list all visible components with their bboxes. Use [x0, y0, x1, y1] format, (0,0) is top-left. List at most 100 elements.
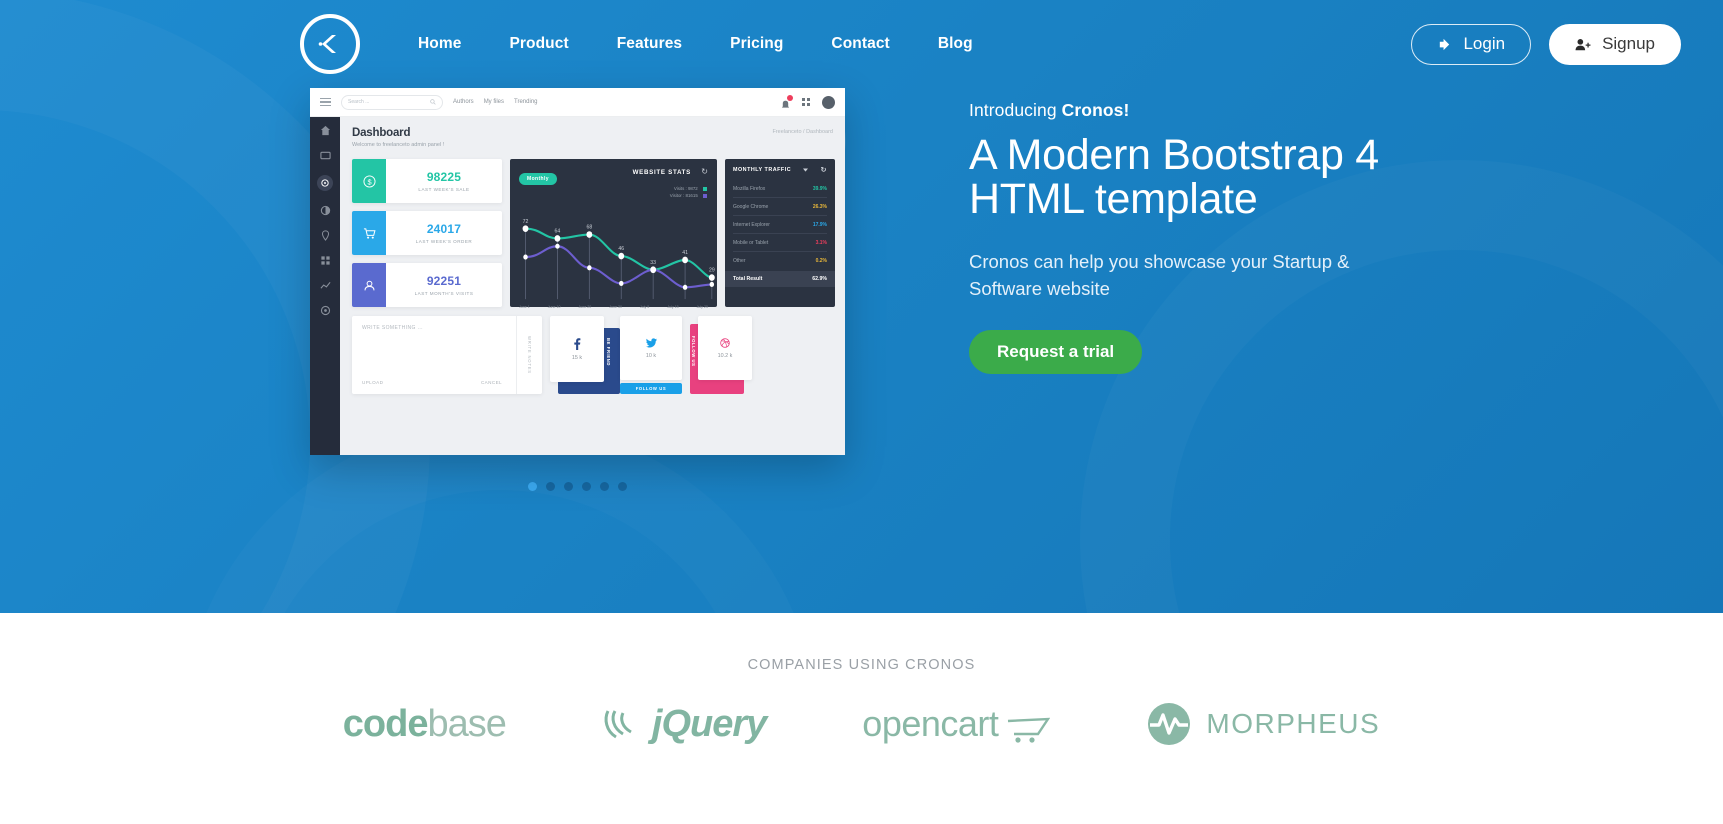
refresh-icon[interactable]: ↻: [701, 167, 708, 176]
dollar-icon: $: [352, 159, 386, 203]
stat-label: LAST WEEK'S SALE: [418, 187, 470, 192]
companies-title: COMPANIES USING CRONOS: [747, 657, 976, 673]
sidebar-chart-icon[interactable]: [319, 280, 331, 291]
sidebar-active-item[interactable]: [317, 175, 333, 191]
dashboard-topbar: Search ... Authors My files Trending: [310, 88, 845, 117]
svg-text:46: 46: [618, 246, 624, 252]
legend-item: Visits : 9872: [670, 185, 707, 192]
carousel-dot-2[interactable]: [546, 482, 555, 491]
search-icon: [430, 99, 436, 105]
website-stats-chart: Monthly WEBSITE STATS ↻ Visits : 9872 Vi…: [510, 159, 717, 309]
traffic-value: 17.9%: [812, 221, 827, 228]
chevron-down-icon[interactable]: [803, 168, 809, 172]
company-logo-morpheus[interactable]: MORPHEUS: [1146, 701, 1380, 747]
signup-button[interactable]: Signup: [1549, 23, 1681, 65]
dashboard-bottom-row: WRITE SOMETHING ... WRITE NOTES UPLOAD C…: [352, 316, 835, 394]
facebook-icon: [574, 337, 581, 350]
dashboard-main: Dashboard Welcome to freelanceto admin p…: [340, 117, 845, 455]
login-button[interactable]: Login: [1411, 23, 1532, 65]
traffic-label: Other: [733, 257, 746, 264]
menu-burger-icon[interactable]: [320, 97, 331, 107]
chart-filter-pill[interactable]: Monthly: [519, 173, 557, 185]
dashboard-search-placeholder: Search ...: [348, 99, 370, 105]
note-card[interactable]: WRITE SOMETHING ... WRITE NOTES UPLOAD C…: [352, 316, 542, 394]
chart-x-labels: June 1 June 10 June 20 June 30 July 5 Ju…: [510, 305, 717, 309]
nav-link-blog[interactable]: Blog: [914, 27, 997, 61]
chart-title: WEBSITE STATS: [632, 169, 691, 176]
product-screenshot[interactable]: Search ... Authors My files Trending Das…: [310, 88, 845, 455]
hero-subtitle: Cronos can help you showcase your Startu…: [969, 250, 1350, 299]
traffic-total: Total Result 62.9%: [725, 271, 835, 287]
cronos-logo-icon[interactable]: [300, 14, 360, 74]
user-plus-icon: [1575, 38, 1591, 50]
nav-link-contact[interactable]: Contact: [807, 27, 913, 61]
svg-text:64: 64: [555, 228, 561, 234]
nav-link-features[interactable]: Features: [593, 27, 706, 61]
apps-grid-icon[interactable]: [802, 98, 810, 106]
social-card-front: 10 k: [620, 316, 682, 380]
company-logo-jquery[interactable]: jQuery: [602, 703, 767, 746]
social-card-facebook[interactable]: BE FRIEND 15 k: [550, 316, 620, 394]
sidebar-contrast-icon[interactable]: [320, 205, 331, 216]
social-card-twitter[interactable]: FOLLOW US 10 k: [620, 316, 682, 394]
dribbble-icon: [720, 337, 730, 348]
dashboard-link-myfiles[interactable]: My files: [484, 99, 504, 105]
svg-text:33: 33: [650, 260, 656, 266]
traffic-row: Mobile or Tablet 3.1%: [733, 234, 827, 252]
stat-label: LAST MONTH'S VISITS: [414, 291, 474, 296]
dashboard-breadcrumb: Freelanceto / Dashboard: [772, 129, 833, 135]
nav-links: Home Product Features Pricing Contact Bl…: [404, 27, 997, 61]
company-logo-opencart[interactable]: opencart: [862, 703, 1051, 745]
carousel-indicators: [310, 482, 845, 491]
traffic-refresh-icon[interactable]: ↻: [821, 166, 827, 174]
carousel-dot-3[interactable]: [564, 482, 573, 491]
traffic-label: Google Chrome: [733, 203, 769, 210]
signup-button-label: Signup: [1602, 34, 1655, 53]
sidebar-home-icon[interactable]: [320, 125, 331, 136]
svg-text:41: 41: [682, 250, 688, 256]
carousel-dot-4[interactable]: [582, 482, 591, 491]
traffic-row: Google Chrome 26.3%: [733, 198, 827, 216]
social-card-dribbble[interactable]: FOLLOW US 10.2 k: [690, 316, 752, 394]
stat-card-sale[interactable]: $ 98225 LAST WEEK'S SALE: [352, 159, 502, 203]
sidebar-target-icon: [321, 179, 329, 187]
note-upload-button[interactable]: UPLOAD: [362, 380, 383, 385]
stat-card-order[interactable]: 24017 LAST WEEK'S ORDER: [352, 211, 502, 255]
dashboard-link-trending[interactable]: Trending: [514, 99, 537, 105]
dashboard-link-authors[interactable]: Authors: [453, 99, 474, 105]
carousel-dot-1[interactable]: [528, 482, 537, 491]
chart-plot: 72 64 68 46 33 41 29: [522, 219, 715, 300]
avatar[interactable]: [822, 95, 835, 109]
request-trial-button[interactable]: Request a trial: [969, 330, 1143, 375]
hero-title-line1: A Modern Bootstrap 4: [969, 131, 1379, 179]
sidebar-grid-icon[interactable]: [320, 255, 331, 266]
stat-value: 92251: [426, 274, 462, 288]
notification-badge: [787, 95, 793, 101]
sidebar-inbox-icon[interactable]: [319, 150, 331, 161]
carousel-dot-6[interactable]: [618, 482, 627, 491]
company-logo-codebase[interactable]: codebase: [343, 703, 507, 746]
social-card-front: 10.2 k: [698, 316, 752, 380]
nav-link-product[interactable]: Product: [485, 27, 592, 61]
legend-swatch-a: [703, 186, 707, 191]
note-side-label: WRITE NOTES: [527, 336, 532, 374]
traffic-label: Mobile or Tablet: [733, 239, 769, 246]
social-card-label: BE FRIEND: [606, 338, 611, 366]
x-label: June 1: [518, 305, 530, 309]
user-icon: [352, 263, 386, 307]
sidebar-location-icon[interactable]: [320, 230, 331, 241]
note-cancel-button[interactable]: CANCEL: [481, 380, 502, 385]
sidebar-settings-icon[interactable]: [320, 305, 331, 316]
note-placeholder: WRITE SOMETHING ...: [362, 325, 423, 331]
page-title: A Modern Bootstrap 4 HTML template: [969, 133, 1439, 222]
stat-card-visits[interactable]: 92251 LAST MONTH'S VISITS: [352, 263, 502, 307]
dashboard-page-title: Dashboard: [352, 127, 411, 139]
x-label: July 25: [696, 305, 708, 309]
dashboard-search-input[interactable]: Search ...: [341, 94, 443, 110]
nav-link-pricing[interactable]: Pricing: [706, 27, 807, 61]
notification-bell-icon[interactable]: [781, 95, 793, 108]
note-footer: UPLOAD CANCEL: [362, 380, 532, 385]
nav-link-home[interactable]: Home: [404, 27, 485, 61]
carousel-dot-5[interactable]: [600, 482, 609, 491]
traffic-header: MONTHLY TRAFFIC ↻: [725, 159, 835, 180]
